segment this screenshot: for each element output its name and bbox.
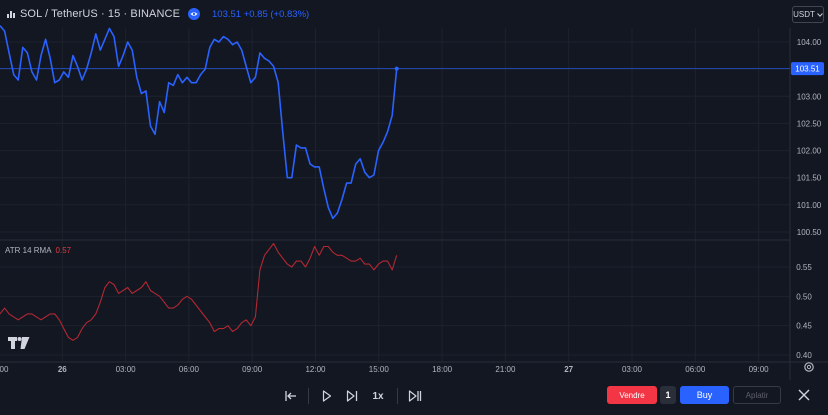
jump-to-start-button[interactable] bbox=[280, 386, 300, 406]
play-icon bbox=[322, 390, 332, 402]
time-tick-label: 00 bbox=[0, 365, 9, 374]
time-tick-label: 09:00 bbox=[242, 365, 263, 374]
price-tick-label: 101.00 bbox=[797, 201, 822, 210]
quantity-field[interactable]: 1 bbox=[660, 386, 676, 404]
chart-window: SOL / TetherUS · 15 · BINANCE 103.51 +0.… bbox=[0, 0, 828, 415]
time-tick-label: 09:00 bbox=[749, 365, 770, 374]
atr-tick-label: 0.40 bbox=[796, 351, 812, 360]
price-tick-label: 100.50 bbox=[797, 228, 822, 237]
jump-to-realtime-icon bbox=[408, 390, 422, 402]
last-price-tag: 103.51 bbox=[791, 62, 824, 76]
sell-button[interactable]: Vendre bbox=[607, 386, 657, 404]
close-icon[interactable] bbox=[796, 387, 812, 403]
atr-axis[interactable]: 0.55 0.50 0.45 0.40 bbox=[796, 263, 812, 360]
playback-speed-button[interactable]: 1x bbox=[368, 386, 388, 406]
time-tick-label: 27 bbox=[564, 365, 573, 374]
price-tick-label: 101.50 bbox=[797, 174, 822, 183]
replay-trading-bar: 1x Vendre 1 Buy Aplatir bbox=[0, 380, 828, 415]
time-tick-label: 21:00 bbox=[495, 365, 516, 374]
time-tick-label: 15:00 bbox=[369, 365, 390, 374]
time-axis[interactable]: 00 26 03:00 06:00 09:00 12:00 15:00 18:00 21:00 2… bbox=[0, 365, 769, 374]
atr-tick-label: 0.55 bbox=[796, 263, 812, 272]
time-tick-label: 06:00 bbox=[685, 365, 706, 374]
jump-to-realtime-button[interactable] bbox=[405, 386, 425, 406]
jump-to-start-icon bbox=[285, 391, 296, 401]
atr-value: 0.57 bbox=[55, 246, 72, 255]
time-tick-label: 12:00 bbox=[305, 365, 326, 374]
price-tick-label: 103.00 bbox=[797, 92, 822, 101]
separator bbox=[308, 388, 309, 404]
separator bbox=[397, 388, 398, 404]
price-series-line bbox=[0, 25, 398, 220]
step-forward-button[interactable] bbox=[343, 386, 361, 406]
atr-tick-label: 0.45 bbox=[796, 322, 812, 331]
time-tick-label: 26 bbox=[58, 365, 67, 374]
play-button[interactable] bbox=[318, 386, 336, 406]
atr-title: ATR 14 RMA bbox=[5, 246, 52, 255]
price-tick-label: 102.50 bbox=[797, 119, 822, 128]
price-tick-label: 104.00 bbox=[797, 38, 822, 47]
step-forward-icon bbox=[346, 390, 358, 402]
time-tick-label: 18:00 bbox=[432, 365, 453, 374]
time-tick-label: 03:00 bbox=[116, 365, 137, 374]
flatten-button[interactable]: Aplatir bbox=[733, 386, 781, 404]
buy-button[interactable]: Buy bbox=[680, 386, 729, 404]
settings-gear-icon[interactable] bbox=[804, 362, 814, 372]
time-tick-label: 03:00 bbox=[622, 365, 643, 374]
last-price-dot bbox=[394, 66, 399, 71]
price-tick-label: 102.00 bbox=[797, 147, 822, 156]
last-price-tag-label: 103.51 bbox=[795, 65, 820, 74]
atr-tick-label: 0.50 bbox=[796, 292, 812, 301]
chart-area[interactable]: 104.00103.50103.00102.50102.00101.50101.… bbox=[0, 0, 828, 380]
atr-legend[interactable]: ATR 14 RMA 0.57 bbox=[5, 246, 71, 255]
time-tick-label: 06:00 bbox=[179, 365, 200, 374]
tradingview-logo-icon[interactable] bbox=[8, 337, 30, 349]
